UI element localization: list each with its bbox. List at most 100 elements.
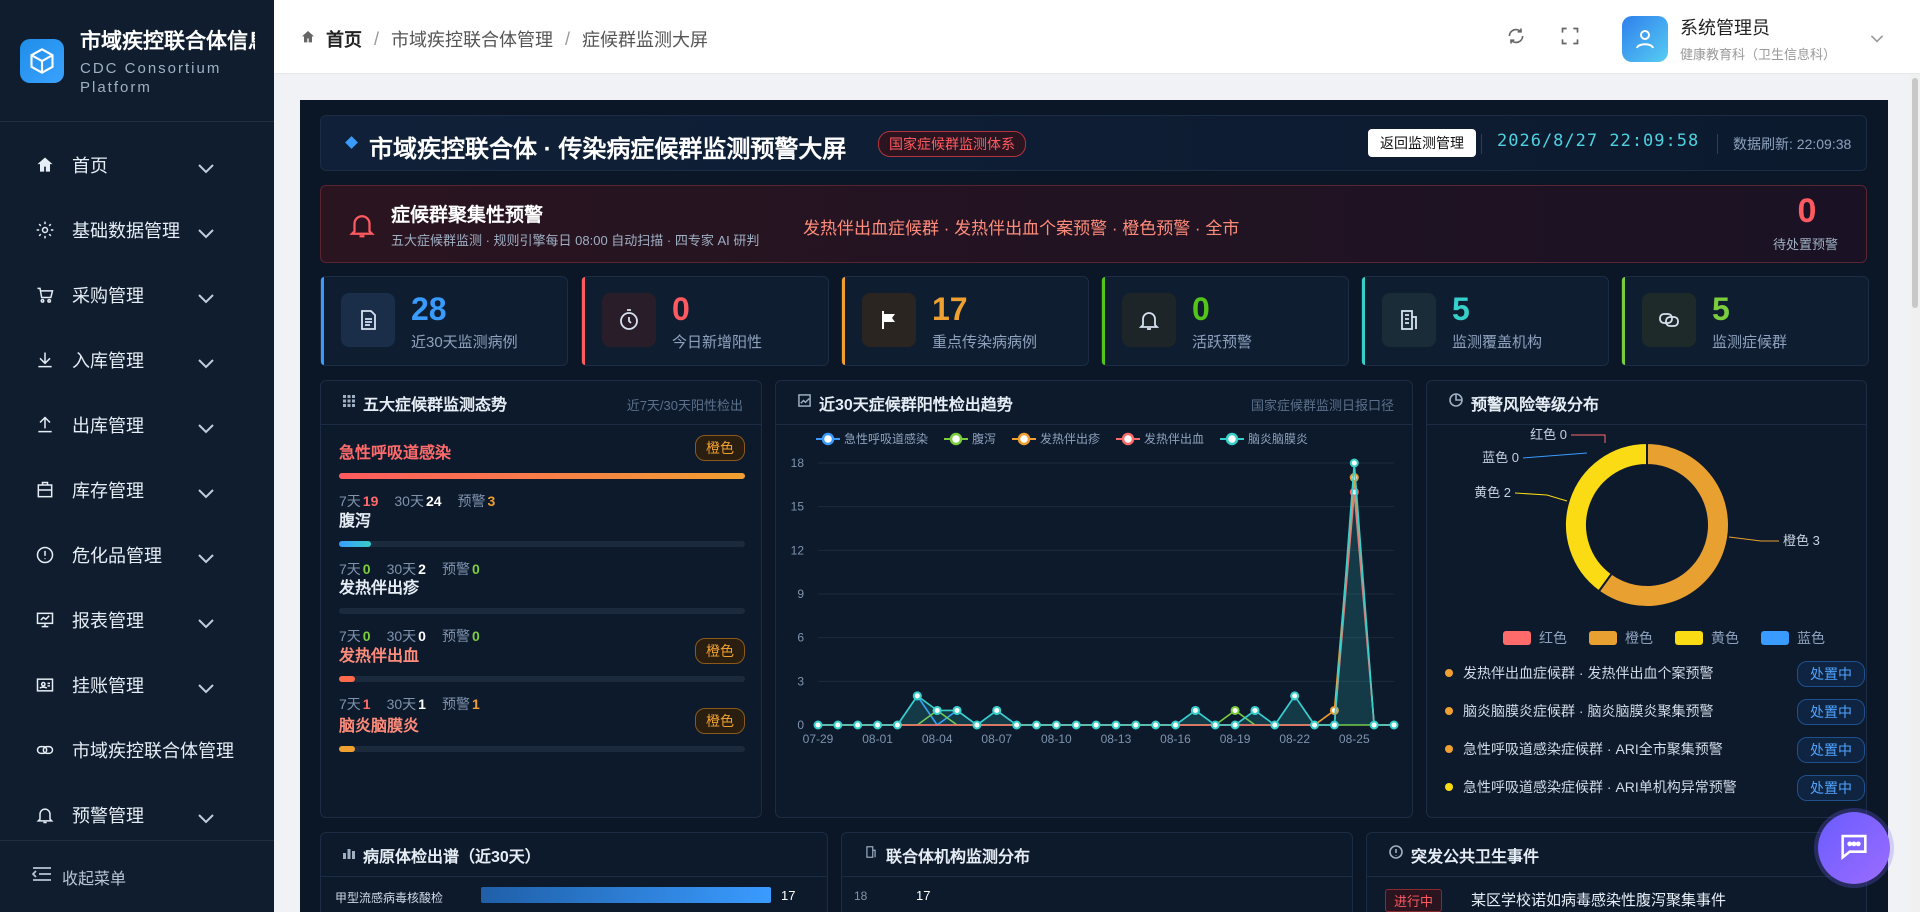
legend-item[interactable]: 发热伴出血: [1116, 431, 1204, 446]
data-point[interactable]: [992, 705, 1002, 715]
data-point[interactable]: [1071, 720, 1081, 730]
slice-label: 蓝色 0: [1482, 450, 1519, 465]
syndrome-item[interactable]: 脑炎脑膜炎 橙色: [339, 708, 745, 752]
sidebar-item-accounts[interactable]: 挂账管理: [0, 652, 274, 717]
sidebar-item-purchase[interactable]: 采购管理: [0, 262, 274, 327]
trend-line-chart: 0 3 6 9 12 15 18 07-29 08-01 08-04 08-07 08-10 08-13…: [791, 431, 1399, 746]
bell-icon: [34, 804, 56, 826]
syndrome-status-panel: 五大症候群监测态势 近7天/30天阳性检出 急性呼吸道感染 橙色 7天 19 30天 24 预…: [320, 380, 762, 818]
sidebar-item-reports[interactable]: 报表管理: [0, 587, 274, 652]
chat-assistant-button[interactable]: [1818, 812, 1890, 884]
legend-item[interactable]: 发热伴出疹: [1012, 431, 1100, 446]
data-point[interactable]: [873, 720, 883, 730]
sidebar-item-label: 出库管理: [72, 415, 144, 436]
status-dot: [1445, 669, 1453, 677]
id-card-icon: [34, 674, 56, 696]
legend-item[interactable]: 橙色: [1589, 628, 1653, 648]
y-tick-label: 9: [797, 587, 804, 601]
warning-item[interactable]: 急性呼吸道感染症候群 · ARI全市聚集预警 处置中: [1445, 733, 1865, 765]
data-point[interactable]: [1151, 720, 1161, 730]
user-menu[interactable]: 系统管理员 健康教育科（卫生信息科）: [1622, 14, 1884, 63]
data-point[interactable]: [1389, 720, 1399, 730]
panel-title: 预警风险等级分布: [1471, 396, 1600, 414]
syndrome-item[interactable]: 急性呼吸道感染 橙色 7天 19 30天 24 预警 3: [339, 435, 745, 511]
header-tools: [1506, 26, 1580, 51]
data-point[interactable]: [1329, 720, 1339, 730]
data-point[interactable]: [833, 720, 843, 730]
warning-item[interactable]: 发热伴出血症候群 · 发热伴出血个案预警 处置中: [1445, 657, 1865, 689]
divider: [1717, 134, 1718, 154]
data-point[interactable]: [1349, 458, 1359, 468]
breadcrumb-home[interactable]: 首页: [326, 26, 362, 52]
data-point[interactable]: [1230, 720, 1240, 730]
gear-icon: [34, 219, 56, 241]
syndrome-name: 脑炎脑膜炎: [339, 718, 420, 735]
data-point[interactable]: [1369, 720, 1379, 730]
data-point[interactable]: [912, 691, 922, 701]
legend-item[interactable]: 急性呼吸道感染: [816, 431, 928, 446]
data-point[interactable]: [1051, 720, 1061, 730]
data-point[interactable]: [932, 705, 942, 715]
legend-item[interactable]: 红色: [1503, 628, 1567, 648]
sidebar-item-home[interactable]: 首页: [0, 132, 274, 197]
sidebar-item-consortium[interactable]: 市域疾控联合体管理: [0, 717, 274, 782]
data-point[interactable]: [1210, 720, 1220, 730]
sidebar-item-inventory[interactable]: 库存管理: [0, 457, 274, 522]
data-point[interactable]: [972, 720, 982, 730]
legend-item[interactable]: 腹泻: [944, 432, 996, 446]
data-point[interactable]: [1290, 691, 1300, 701]
refresh-icon[interactable]: [1506, 26, 1526, 51]
warning-item[interactable]: 脑炎脑膜炎症候群 · 脑炎脑膜炎聚集预警 处置中: [1445, 695, 1865, 727]
data-point[interactable]: [1230, 705, 1240, 715]
label-leader: [1728, 536, 1779, 542]
link-icon: [1642, 293, 1696, 347]
syndrome-item[interactable]: 腹泻 7天 0 30天 2 预警 0: [339, 507, 745, 579]
progress-track: [339, 608, 745, 614]
pathogen-value: 17: [781, 888, 796, 903]
breadcrumb-consortium[interactable]: 市域疾控联合体管理: [391, 26, 553, 52]
chevron-down-icon: [198, 353, 214, 374]
page-scrollbar[interactable]: [1910, 74, 1920, 912]
fullscreen-icon[interactable]: [1560, 26, 1580, 51]
label-leader: [1571, 434, 1606, 443]
event-title[interactable]: 某区学校诺如病毒感染性腹泻聚集事件: [1471, 889, 1726, 910]
data-point[interactable]: [1091, 720, 1101, 730]
data-point[interactable]: [1012, 720, 1022, 730]
data-point[interactable]: [892, 720, 902, 730]
risk-tag: 橙色: [695, 708, 745, 734]
warning-item[interactable]: 急性呼吸道感染症候群 · ARI单机构异常预警 处置中: [1445, 771, 1865, 803]
data-point[interactable]: [1131, 720, 1141, 730]
x-tick-label: 08-04: [922, 732, 953, 746]
legend-item[interactable]: 蓝色: [1761, 628, 1825, 648]
legend-swatch: [1675, 631, 1703, 645]
stat-value: 28: [411, 291, 447, 327]
sidebar-item-hazardous[interactable]: 危化品管理: [0, 522, 274, 587]
pie-slice[interactable]: [1564, 441, 1648, 593]
sidebar-item-basic-data[interactable]: 基础数据管理: [0, 197, 274, 262]
data-point[interactable]: [1270, 720, 1280, 730]
sidebar-item-outbound[interactable]: 出库管理: [0, 392, 274, 457]
collapse-menu-button[interactable]: 收起菜单: [0, 840, 274, 912]
data-point[interactable]: [1031, 720, 1041, 730]
data-point[interactable]: [1250, 705, 1260, 715]
data-point[interactable]: [813, 720, 823, 730]
data-point[interactable]: [952, 705, 962, 715]
chevron-down-icon: [198, 483, 214, 504]
data-point[interactable]: [1111, 720, 1121, 730]
chart-icon: [798, 393, 811, 412]
syndrome-item[interactable]: 发热伴出血 橙色 7天 1 30天 1 预警 1: [339, 638, 745, 714]
legend-item[interactable]: 黄色: [1675, 628, 1739, 648]
back-to-monitoring-button[interactable]: 返回监测管理: [1368, 129, 1476, 157]
data-point[interactable]: [1190, 705, 1200, 715]
syndrome-item[interactable]: 发热伴出疹 7天 0 30天 0 预警 0: [339, 574, 745, 646]
chat-bubble-icon: [1837, 829, 1871, 868]
data-point[interactable]: [1310, 720, 1320, 730]
sidebar-item-inbound[interactable]: 入库管理: [0, 327, 274, 392]
legend-item[interactable]: 脑炎脑膜炎: [1220, 432, 1308, 446]
data-point[interactable]: [1171, 720, 1181, 730]
x-tick-label: 08-10: [1041, 732, 1072, 746]
sidebar-item-alerts[interactable]: 预警管理: [0, 782, 274, 847]
data-point[interactable]: [853, 720, 863, 730]
count-label: 30天: [386, 696, 417, 712]
count-label: 7天: [339, 696, 361, 712]
